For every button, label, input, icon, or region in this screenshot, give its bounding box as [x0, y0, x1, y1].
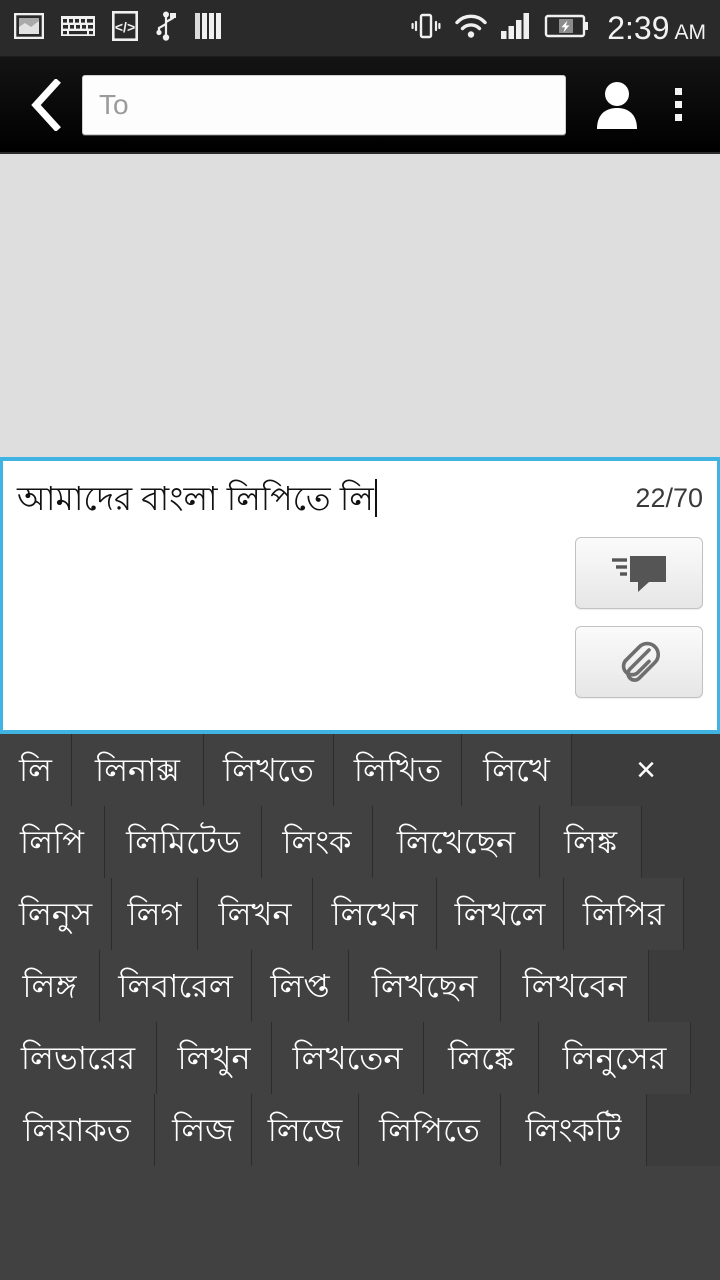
suggestion-word[interactable]: লিগ: [112, 878, 198, 950]
compose-top-row: আমাদের বাংলা লিপিতে লি 22/70: [3, 461, 717, 522]
suggestion-row: লিনুস লিগ লিখন লিখেন লিখলে লিপির: [0, 878, 720, 950]
suggestion-row-filler: [684, 878, 720, 950]
suggestion-word[interactable]: লিনুস: [0, 878, 112, 950]
text-caret: [374, 479, 377, 517]
compose-box[interactable]: আমাদের বাংলা লিপিতে লি 22/70: [0, 457, 720, 734]
suggestion-word[interactable]: লিভারের: [0, 1022, 157, 1094]
suggestion-word[interactable]: লিপি: [0, 806, 105, 878]
suggestion-word[interactable]: লিংক: [262, 806, 373, 878]
suggestion-word[interactable]: লিমিটেড: [105, 806, 262, 878]
compose-action-buttons: [575, 537, 703, 698]
battery-charging-icon: [544, 14, 589, 43]
screenshot-icon: [13, 12, 45, 44]
suggestion-word[interactable]: লিখুন: [157, 1022, 272, 1094]
suggestion-row: লিপি লিমিটেড লিংক লিখেছেন লিঙ্ক: [0, 806, 720, 878]
overflow-menu-button[interactable]: [654, 72, 702, 138]
paperclip-icon: [621, 641, 661, 682]
suggestion-word[interactable]: লিঙ্কে: [424, 1022, 539, 1094]
svg-text:</>: </>: [115, 19, 135, 35]
suggestion-row: লিঙ্গ লিবারেল লিপ্ত লিখছেন লিখবেন: [0, 950, 720, 1022]
overflow-dot-1: [674, 88, 682, 95]
contacts-button[interactable]: [586, 72, 648, 138]
message-input[interactable]: আমাদের বাংলা লিপিতে লি: [17, 477, 617, 522]
overflow-dot-2: [674, 101, 682, 108]
bars-icon: [194, 12, 222, 45]
suggestion-row: লি লিনাক্স লিখতে লিখিত লিখে ×: [0, 734, 720, 806]
to-input-placeholder: To: [99, 88, 129, 120]
status-bar-right-icons: 2:39 AM: [411, 12, 706, 45]
suggestion-word[interactable]: লিখেছেন: [373, 806, 540, 878]
suggestion-word[interactable]: লিখন: [198, 878, 313, 950]
status-bar-clock: 2:39 AM: [607, 12, 706, 44]
status-bar-left-icons: </>: [13, 10, 411, 46]
suggestion-row: লিভারের লিখুন লিখতেন লিঙ্কে লিনুসের: [0, 1022, 720, 1094]
suggestion-word[interactable]: লিখবেন: [501, 950, 649, 1022]
close-suggestions-button[interactable]: ×: [572, 734, 720, 806]
suggestion-word[interactable]: লিঙ্ক: [540, 806, 642, 878]
suggestion-row: লিয়াকত লিজ লিজে লিপিতে লিংকটি: [0, 1094, 720, 1166]
suggestion-word[interactable]: লিংকটি: [501, 1094, 647, 1166]
back-button[interactable]: [18, 75, 74, 135]
suggestion-word[interactable]: লিখলে: [437, 878, 564, 950]
wifi-icon: [454, 13, 488, 44]
signal-icon: [501, 12, 531, 44]
suggestion-row-filler: [642, 806, 720, 878]
app-bar: To: [0, 57, 720, 154]
vibrate-icon: [411, 12, 441, 45]
suggestion-word[interactable]: লিনুসের: [539, 1022, 691, 1094]
suggestion-word[interactable]: লিনাক্স: [72, 734, 204, 806]
send-message-button[interactable]: [575, 537, 703, 609]
person-icon: [597, 81, 637, 129]
message-input-text: আমাদের বাংলা লিপিতে লি: [17, 480, 374, 517]
suggestion-word[interactable]: লিঙ্গ: [0, 950, 100, 1022]
character-counter: 22/70: [635, 483, 703, 513]
suggestion-word[interactable]: লিখিত: [334, 734, 462, 806]
suggestion-word[interactable]: লিবারেল: [100, 950, 252, 1022]
status-bar: </> 2:39 AM: [0, 0, 720, 57]
suggestion-rows: লি লিনাক্স লিখতে লিখিত লিখে × লিপি লিমিটেড লিংক ল…: [0, 734, 720, 1166]
clock-ampm: AM: [674, 21, 707, 44]
to-input[interactable]: To: [82, 74, 566, 135]
suggestion-word[interactable]: লিখেন: [313, 878, 437, 950]
suggestion-word[interactable]: লিখতে: [204, 734, 334, 806]
attach-button[interactable]: [575, 626, 703, 698]
keyboard-icon: [61, 15, 95, 42]
suggestion-word[interactable]: লিখছেন: [349, 950, 501, 1022]
word-suggestion-panel: লি লিনাক্স লিখতে লিখিত লিখে × লিপি লিমিটেড লিংক ল…: [0, 734, 720, 1280]
usb-icon: [155, 11, 177, 46]
suggestion-word[interactable]: লিখতেন: [272, 1022, 424, 1094]
conversation-area: [0, 154, 720, 457]
suggestion-word[interactable]: লিজ: [155, 1094, 252, 1166]
suggestion-word[interactable]: লিখে: [462, 734, 572, 806]
suggestion-word[interactable]: লিয়াকত: [0, 1094, 155, 1166]
phone-screen: </> 2:39 AM To আমাদের বাংলা লিপিতে লি 22…: [0, 0, 720, 1280]
suggestion-word[interactable]: লি: [0, 734, 72, 806]
overflow-dot-3: [674, 114, 682, 121]
send-message-icon: [612, 556, 666, 592]
suggestion-row-filler: [647, 1094, 720, 1166]
suggestion-word[interactable]: লিপির: [564, 878, 684, 950]
back-chevron-icon: [31, 78, 61, 131]
developer-code-icon: </>: [111, 10, 138, 46]
keyboard-empty-area: [0, 1166, 720, 1280]
suggestion-row-filler: [691, 1022, 720, 1094]
suggestion-word[interactable]: লিজে: [252, 1094, 359, 1166]
clock-time: 2:39: [607, 10, 670, 46]
suggestion-word[interactable]: লিপ্ত: [252, 950, 349, 1022]
suggestion-word[interactable]: লিপিতে: [359, 1094, 501, 1166]
suggestion-row-filler: [649, 950, 720, 1022]
